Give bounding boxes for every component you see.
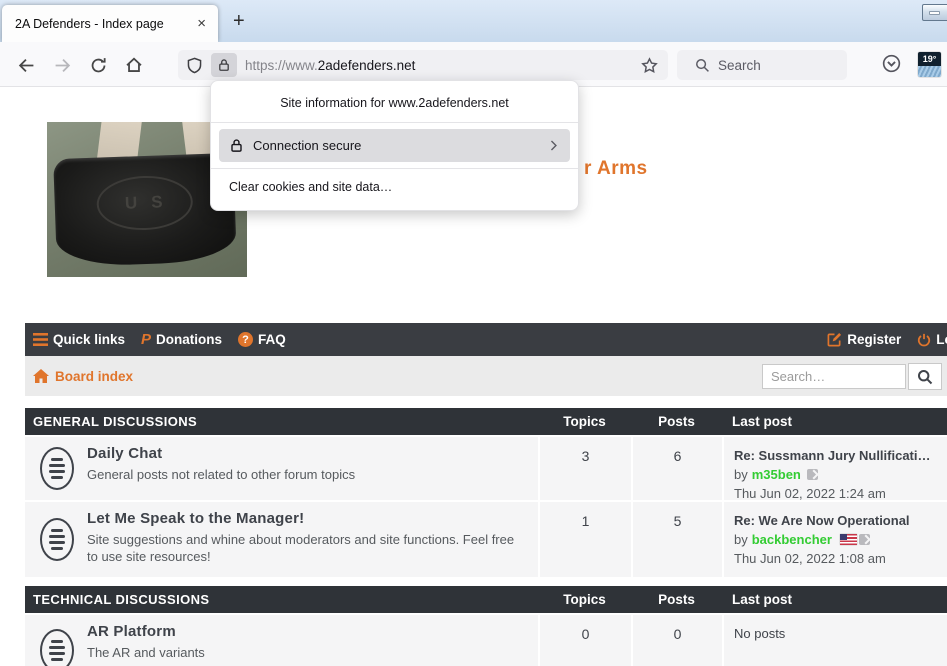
tab-title: 2A Defenders - Index page [15, 17, 193, 31]
last-post-title-link[interactable]: Re: We Are Now Operational [734, 511, 939, 530]
clear-cookies-item[interactable]: Clear cookies and site data… [211, 169, 578, 205]
topics-count: 0 [538, 615, 631, 666]
browser-window: 2A Defenders - Index page × + https://ww… [0, 0, 947, 666]
section-title: TECHNICAL DISCUSSIONS [25, 592, 538, 607]
topics-count: 1 [538, 502, 631, 577]
popup-divider [211, 122, 578, 123]
forum-row-ar-platform: AR Platform The AR and variants 0 0 No p… [25, 615, 947, 666]
new-tab-button[interactable]: + [233, 10, 245, 33]
quick-links-menu[interactable]: Quick links [33, 332, 125, 347]
connection-secure-label: Connection secure [253, 138, 547, 153]
login-link[interactable]: Login [917, 332, 947, 347]
chevron-right-icon [547, 139, 560, 152]
col-posts: Posts [631, 592, 722, 607]
forum-content: Quick links P Donations ? FAQ Register [25, 323, 947, 666]
col-topics: Topics [538, 592, 631, 607]
site-info-popup: Site information for www.2adefenders.net… [210, 80, 579, 211]
pocket-icon[interactable] [882, 54, 901, 78]
bookmark-star-icon[interactable] [641, 57, 658, 74]
col-topics: Topics [538, 414, 631, 429]
no-posts-label: No posts [734, 624, 939, 641]
search-placeholder: Search [718, 58, 761, 73]
navbar-right-group: Register Login [811, 323, 947, 356]
forum-search-group [762, 364, 942, 390]
question-icon: ? [238, 332, 253, 347]
section-header-general: GENERAL DISCUSSIONS Topics Posts Last po… [25, 408, 947, 435]
paypal-icon: P [141, 331, 151, 348]
connection-secure-item[interactable]: Connection secure [219, 129, 570, 162]
last-post-time: Thu Jun 02, 2022 1:08 am [734, 549, 939, 568]
url-scheme: https://www. [245, 58, 318, 73]
last-post-time: Thu Jun 02, 2022 1:24 am [734, 484, 939, 503]
back-button[interactable] [12, 52, 40, 78]
donations-link[interactable]: P Donations [141, 331, 222, 348]
browser-tab[interactable]: 2A Defenders - Index page × [2, 5, 218, 42]
col-last-post: Last post [722, 414, 947, 429]
lock-icon [229, 138, 244, 153]
power-icon [917, 333, 931, 347]
url-bar[interactable]: https://www.2adefenders.net [178, 50, 668, 80]
register-pencil-icon [827, 332, 842, 347]
window-titlebar: 2A Defenders - Index page × + [0, 0, 947, 42]
search-icon [695, 58, 710, 73]
home-icon [33, 369, 49, 383]
window-minimize-button[interactable] [922, 4, 947, 21]
shield-icon[interactable] [186, 57, 203, 74]
forum-row-manager: Let Me Speak to the Manager! Site sugges… [25, 502, 947, 577]
faq-link[interactable]: ? FAQ [238, 332, 286, 347]
breadcrumb-bar: Board index [25, 356, 947, 396]
reload-button[interactable] [84, 52, 112, 78]
forum-navbar: Quick links P Donations ? FAQ Register [25, 323, 947, 356]
col-posts: Posts [631, 414, 722, 429]
forum-title-link[interactable]: AR Platform [87, 623, 205, 640]
url-text: https://www.2adefenders.net [245, 58, 415, 73]
forum-icon [40, 502, 87, 577]
posts-count: 0 [631, 615, 722, 666]
col-last-post: Last post [722, 592, 947, 607]
us-emblem: US [96, 174, 194, 231]
section-title: GENERAL DISCUSSIONS [25, 414, 538, 429]
minimize-icon [929, 11, 940, 15]
browser-search-field[interactable]: Search [677, 50, 847, 80]
weather-rain-graphic [918, 66, 941, 77]
popup-title: Site information for www.2adefenders.net [211, 81, 578, 122]
section-header-technical: TECHNICAL DISCUSSIONS Topics Posts Last … [25, 586, 947, 613]
goto-last-post-icon[interactable] [859, 534, 870, 545]
forum-icon [40, 437, 87, 500]
forward-button[interactable] [48, 52, 76, 78]
weather-extension-icon[interactable]: 19° [918, 52, 941, 77]
home-button[interactable] [120, 52, 148, 78]
forum-description: Site suggestions and whine about moderat… [87, 531, 527, 565]
us-flag-icon [840, 534, 857, 545]
url-host: 2adefenders.net [318, 58, 416, 73]
weather-temp: 19° [918, 52, 941, 66]
forum-title-link[interactable]: Daily Chat [87, 445, 355, 462]
last-post-title-link[interactable]: Re: Sussmann Jury Nullificati… [734, 446, 939, 465]
tab-close-icon[interactable]: × [193, 15, 210, 32]
forum-description: General posts not related to other forum… [87, 466, 355, 483]
lock-icon[interactable] [211, 53, 237, 77]
hamburger-icon [33, 333, 48, 346]
forum-description: The AR and variants [87, 644, 205, 661]
goto-last-post-icon[interactable] [807, 469, 818, 480]
site-title-partial: r Arms [584, 158, 648, 180]
forum-icon [40, 615, 87, 666]
last-post-user-link[interactable]: m35ben [752, 465, 801, 484]
forum-title-link[interactable]: Let Me Speak to the Manager! [87, 510, 527, 527]
forum-search-button[interactable] [908, 363, 942, 390]
topics-count: 3 [538, 437, 631, 500]
register-link[interactable]: Register [827, 332, 901, 347]
posts-count: 6 [631, 437, 722, 500]
last-post-user-link[interactable]: backbencher [752, 530, 832, 549]
forum-row-daily-chat: Daily Chat General posts not related to … [25, 437, 947, 500]
breadcrumb[interactable]: Board index [33, 369, 133, 384]
forum-search-input[interactable] [762, 364, 906, 389]
posts-count: 5 [631, 502, 722, 577]
